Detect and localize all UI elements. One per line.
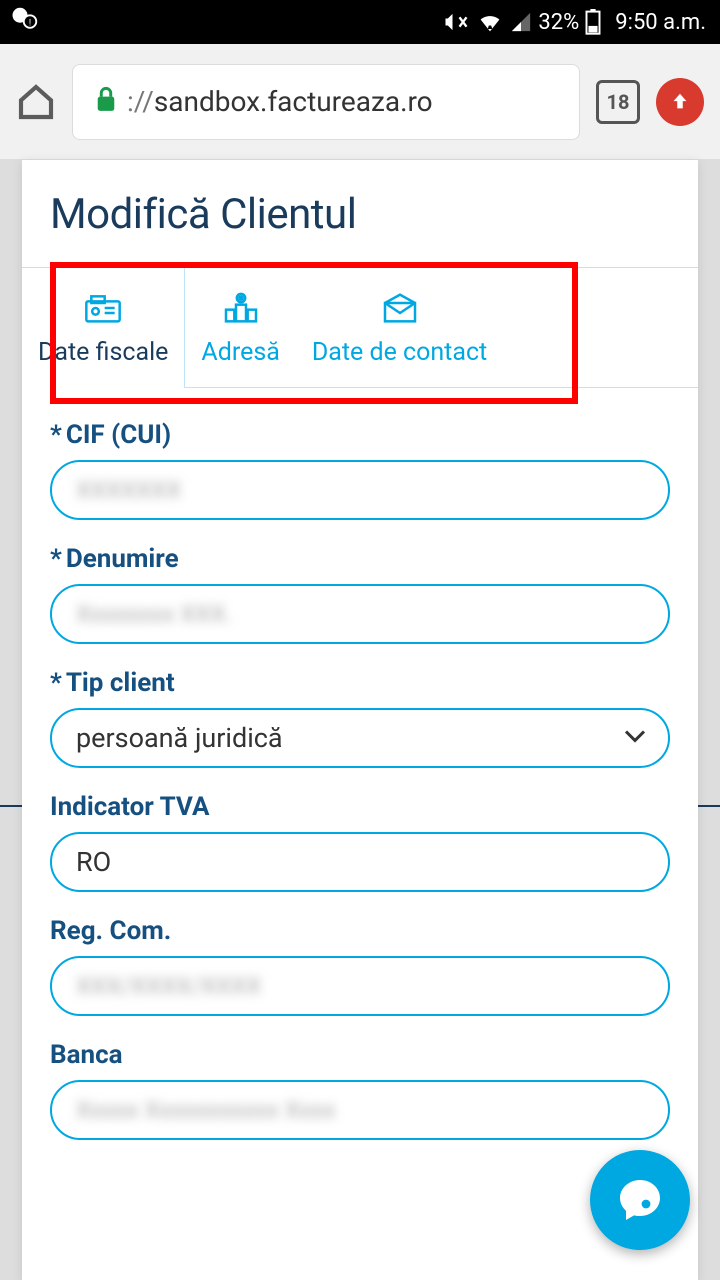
tab-date-fiscale[interactable]: Date fiscale	[22, 268, 185, 387]
tva-input[interactable]: RO	[50, 832, 670, 892]
tab-adresa[interactable]: Adresă	[185, 268, 295, 387]
form-card: Modifică Clientul Date fiscale Adresă Da	[22, 160, 698, 1280]
signal-icon	[510, 11, 532, 33]
browser-toolbar: ://sandbox.factureaza.ro 18	[0, 44, 720, 160]
status-left: !	[10, 4, 40, 40]
field-indicator-tva: Indicator TVA RO	[50, 792, 670, 892]
update-button[interactable]	[656, 78, 704, 126]
banca-input[interactable]: Xxxxx Xxxxxxxxxxx Xxxx	[50, 1080, 670, 1140]
field-reg-com: Reg. Com. XXX/XXXX/XXXX	[50, 916, 670, 1016]
clock-time: 9:50 a.m.	[615, 10, 706, 35]
denumire-label: *Denumire	[50, 544, 670, 574]
building-pin-icon	[201, 286, 279, 330]
id-card-icon	[38, 286, 168, 330]
android-status-bar: ! 32% 9:50 a.m.	[0, 0, 720, 44]
page-title: Modifică Clientul	[50, 190, 670, 239]
chevron-down-icon	[624, 729, 646, 748]
svg-text:!: !	[29, 18, 31, 28]
field-banca: Banca Xxxxx Xxxxxxxxxxx Xxxx	[50, 1040, 670, 1140]
lock-icon	[95, 86, 117, 118]
tabs-container: Date fiscale Adresă Date de contact	[22, 267, 698, 388]
battery-icon	[585, 9, 601, 35]
tab-switcher[interactable]: 18	[596, 80, 640, 124]
tab-label: Date de contact	[312, 338, 487, 367]
tva-label: Indicator TVA	[50, 792, 670, 822]
field-denumire: *Denumire Xxxxxxxx XXX.	[50, 544, 670, 644]
vibrate-mute-icon	[442, 8, 470, 36]
envelope-icon	[312, 286, 487, 330]
tip-label: *Tip client	[50, 668, 670, 698]
field-cif: *CIF (CUI) XXXXXXX	[50, 420, 670, 520]
home-button[interactable]	[16, 82, 56, 122]
url-bar[interactable]: ://sandbox.factureaza.ro	[72, 64, 580, 140]
tab-date-contact[interactable]: Date de contact	[296, 268, 503, 387]
status-right: 32% 9:50 a.m.	[442, 8, 706, 36]
tab-label: Adresă	[201, 338, 279, 367]
tab-label: Date fiscale	[38, 338, 168, 367]
fiscal-form: *CIF (CUI) XXXXXXX *Denumire Xxxxxxxx XX…	[50, 388, 670, 1140]
wechat-icon: !	[10, 4, 40, 40]
regcom-label: Reg. Com.	[50, 916, 670, 946]
battery-pct: 32%	[538, 10, 579, 35]
chat-fab[interactable]	[590, 1150, 690, 1250]
tip-select[interactable]: persoană juridică	[50, 708, 670, 768]
banca-label: Banca	[50, 1040, 670, 1070]
denumire-input[interactable]: Xxxxxxxx XXX.	[50, 584, 670, 644]
wifi-icon	[476, 8, 504, 36]
cif-label: *CIF (CUI)	[50, 420, 670, 450]
url-text: ://sandbox.factureaza.ro	[127, 85, 433, 118]
chat-icon	[616, 1176, 664, 1224]
field-tip-client: *Tip client persoană juridică	[50, 668, 670, 768]
cif-input[interactable]: XXXXXXX	[50, 460, 670, 520]
regcom-input[interactable]: XXX/XXXX/XXXX	[50, 956, 670, 1016]
